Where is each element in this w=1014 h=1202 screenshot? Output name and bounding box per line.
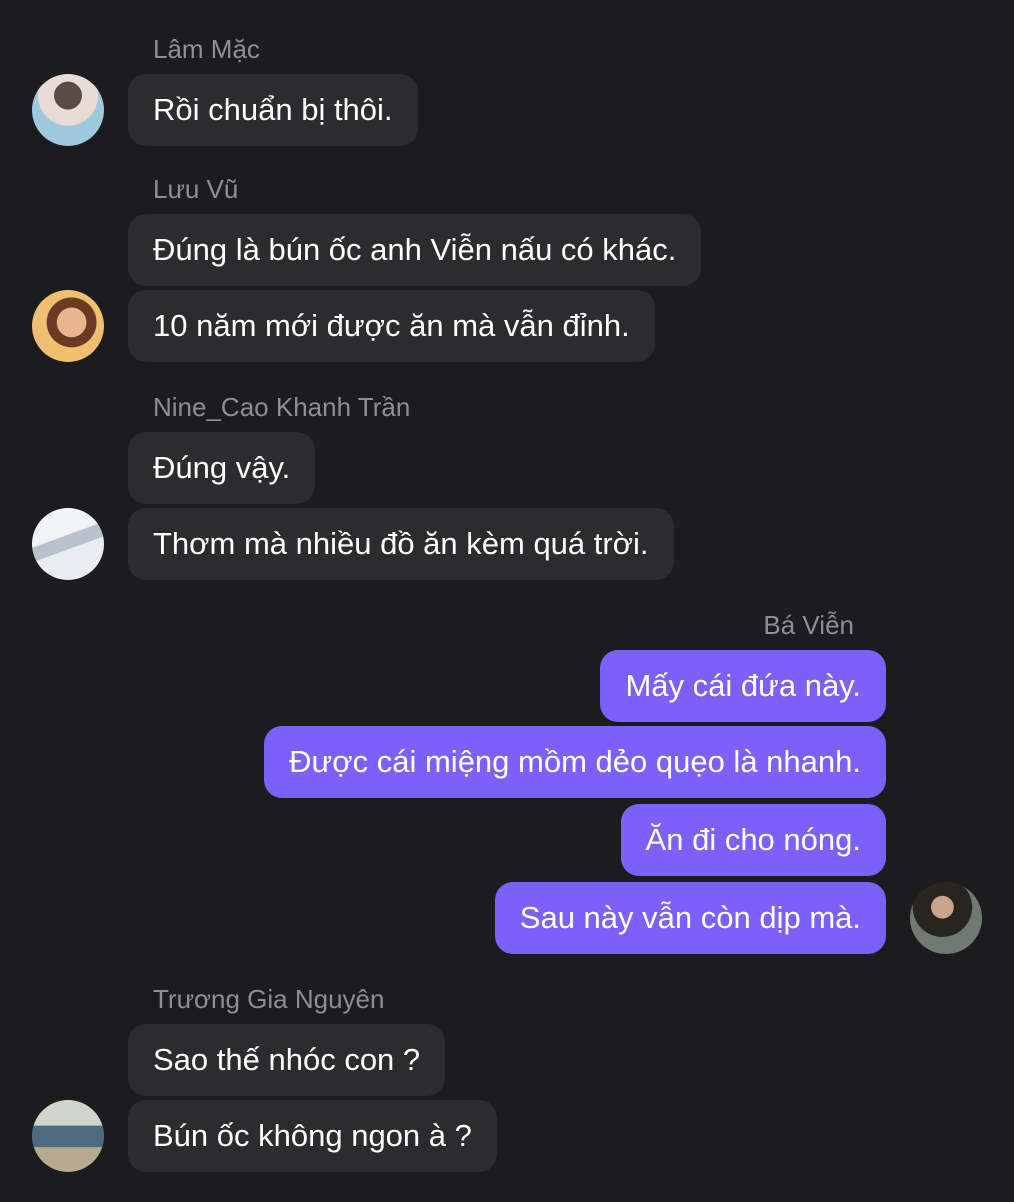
message-bubble[interactable]: Mấy cái đứa này.: [600, 650, 886, 722]
sender-name: Trương Gia Nguyên: [153, 984, 385, 1014]
message-bubble[interactable]: Đúng là bún ốc anh Viễn nấu có khác.: [128, 214, 702, 286]
message-bubble[interactable]: Đúng vậy.: [128, 432, 316, 504]
message-bubble[interactable]: Thơm mà nhiều đồ ăn kèm quá trời.: [128, 508, 674, 580]
user-avatar[interactable]: [910, 882, 982, 954]
sender-name: Lưu Vũ: [153, 174, 239, 204]
message-bubble[interactable]: Được cái miệng mồm dẻo quẹo là nhanh.: [264, 726, 886, 798]
message-bubble[interactable]: Rồi chuẩn bị thôi.: [128, 74, 418, 146]
message-bubble[interactable]: Sau này vẫn còn dịp mà.: [494, 882, 886, 954]
message-bubble[interactable]: Sao thế nhóc con ?: [128, 1024, 446, 1096]
user-avatar[interactable]: [32, 1100, 104, 1172]
user-avatar[interactable]: [32, 508, 104, 580]
chat-thread: Lâm Mặc Rồi chuẩn bị thôi. Lưu Vũ Đúng l…: [0, 0, 1014, 1202]
sender-name: Lâm Mặc: [153, 34, 260, 64]
message-bubble[interactable]: 10 năm mới được ăn mà vẫn đỉnh.: [128, 290, 655, 362]
sender-name: Nine_Cao Khanh Trần: [153, 392, 411, 422]
sender-name: Bá Viễn: [763, 610, 854, 640]
message-bubble[interactable]: Ăn đi cho nóng.: [620, 804, 886, 876]
user-avatar[interactable]: [32, 74, 104, 146]
user-avatar[interactable]: [32, 290, 104, 362]
message-bubble[interactable]: Bún ốc không ngon à ?: [128, 1100, 497, 1172]
